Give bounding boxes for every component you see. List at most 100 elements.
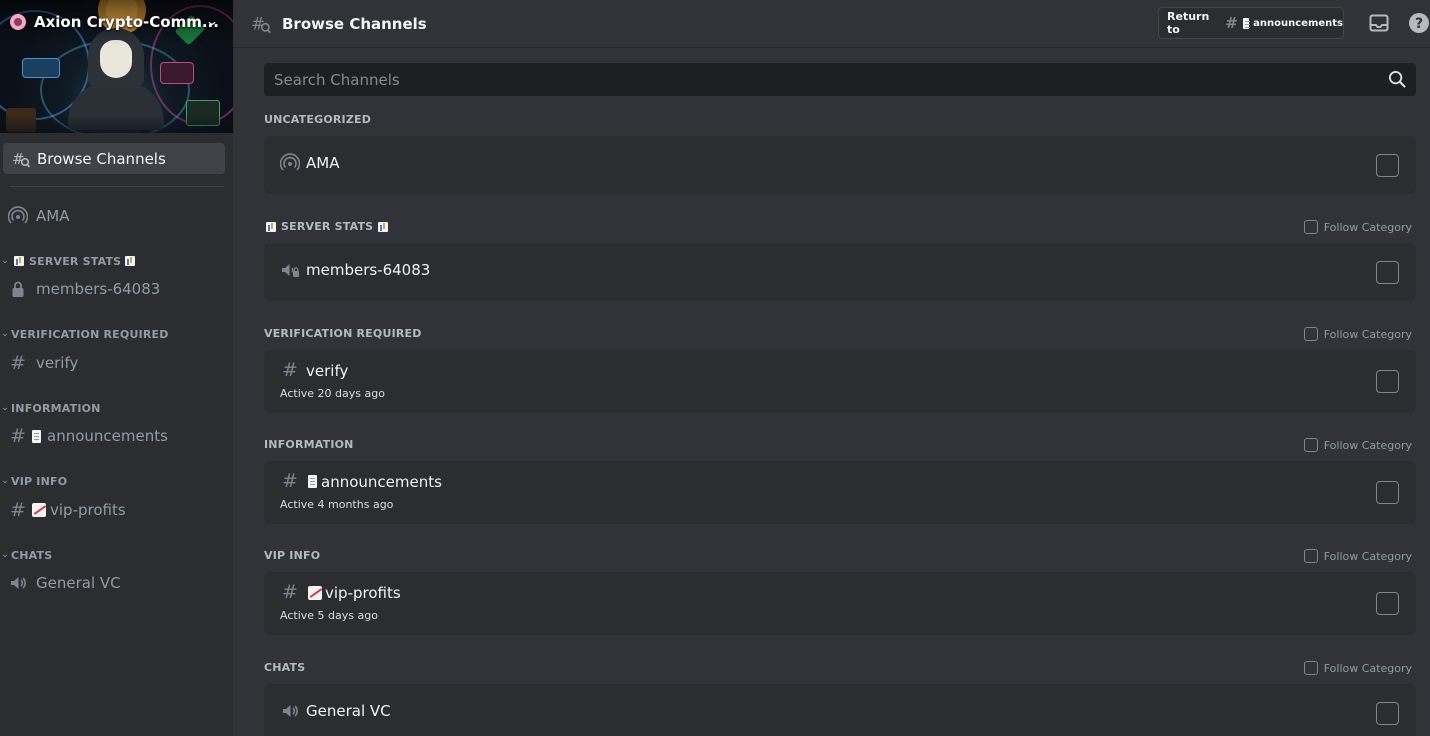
- browse-channels-label: Browse Channels: [37, 149, 166, 168]
- category-title-information: INFORMATION: [264, 438, 354, 451]
- channel-card-ama[interactable]: AMA: [264, 136, 1416, 194]
- browse-channels-icon: #: [11, 149, 31, 169]
- chevron-down-icon: ⌄: [1, 476, 9, 486]
- category-title-chats: CHATS: [264, 661, 306, 674]
- hash-icon: #: [282, 470, 298, 492]
- follow-category-checkbox[interactable]: [1303, 220, 1318, 234]
- follow-category-label: Follow Category: [1323, 220, 1412, 234]
- bar-chart-icon: [125, 256, 136, 266]
- server-name: Axion Crypto-Comm...: [34, 13, 219, 31]
- follow-channel-checkbox[interactable]: [1376, 481, 1399, 504]
- channel-name: General VC: [306, 702, 391, 720]
- sidebar-item-ama[interactable]: AMA: [8, 203, 69, 229]
- channel-name: AMA: [306, 154, 340, 172]
- channel-name: vip-profits: [325, 583, 401, 602]
- follow-category-verification[interactable]: Follow Category: [1303, 327, 1412, 341]
- document-icon: [1242, 17, 1251, 29]
- channel-card-verify[interactable]: # verify Active 20 days ago: [264, 350, 1416, 413]
- category-title-vip-info: VIP INFO: [264, 549, 321, 562]
- inbox-icon[interactable]: [1368, 12, 1390, 34]
- follow-channel-checkbox[interactable]: [1376, 592, 1399, 615]
- hash-icon: #: [282, 359, 298, 381]
- top-bar: # Browse Channels Return to # announceme…: [233, 0, 1430, 48]
- follow-category-label: Follow Category: [1323, 327, 1412, 341]
- channel-name: members-64083: [306, 261, 431, 279]
- bar-chart-icon: [14, 256, 24, 266]
- server-banner: Axion Crypto-Comm... ⌄: [0, 0, 233, 133]
- hash-icon: #: [282, 581, 298, 603]
- sidebar-item-browse-channels[interactable]: # Browse Channels: [3, 143, 225, 174]
- stage-icon: [280, 153, 300, 173]
- channel-activity: Active 4 months ago: [280, 498, 394, 511]
- mask-icon: [100, 40, 132, 78]
- return-label: Return to: [1167, 10, 1210, 36]
- sidebar-item-members[interactable]: members-64083: [8, 276, 160, 302]
- hash-icon: #: [10, 351, 26, 374]
- chevron-down-icon: ⌄: [1, 329, 9, 339]
- follow-channel-checkbox[interactable]: [1376, 154, 1399, 177]
- sidebar-item-label: announcements: [47, 427, 168, 445]
- follow-category-information[interactable]: Follow Category: [1303, 438, 1412, 452]
- sidebar-category-verification[interactable]: ⌄ VERIFICATION REQUIRED: [0, 326, 169, 342]
- search-input[interactable]: [274, 70, 1354, 89]
- follow-channel-checkbox[interactable]: [1376, 261, 1399, 284]
- channel-card-members[interactable]: members-64083: [264, 243, 1416, 301]
- channel-name: verify: [306, 361, 349, 380]
- follow-category-checkbox[interactable]: [1303, 327, 1318, 341]
- category-label: SERVER STATS: [29, 254, 122, 268]
- sidebar-item-verify[interactable]: # verify: [8, 350, 78, 376]
- follow-category-vip-info[interactable]: Follow Category: [1303, 549, 1412, 563]
- follow-category-checkbox[interactable]: [1303, 661, 1318, 675]
- channel-card-vip-profits[interactable]: # vip-profits Active 5 days ago: [264, 572, 1416, 635]
- sidebar-category-server-stats[interactable]: ⌄ SERVER STATS: [0, 253, 139, 269]
- follow-category-label: Follow Category: [1323, 549, 1412, 563]
- category-label: INFORMATION: [11, 401, 101, 415]
- sidebar-item-vip-profits[interactable]: # vip-profits: [8, 497, 126, 523]
- return-to-channel-button[interactable]: Return to # announcements: [1158, 7, 1344, 39]
- return-channel-name: announcements: [1253, 17, 1343, 29]
- follow-category-label: Follow Category: [1323, 661, 1412, 675]
- document-icon: [32, 429, 41, 443]
- bar-chart-icon: [266, 221, 276, 232]
- chart-increasing-icon: [308, 585, 322, 600]
- follow-category-chats[interactable]: Follow Category: [1303, 661, 1412, 675]
- category-label: VIP INFO: [11, 474, 68, 488]
- sidebar-category-chats[interactable]: ⌄ CHATS: [0, 547, 52, 563]
- divider: [10, 186, 224, 187]
- hash-icon: #: [10, 424, 26, 447]
- page-title: Browse Channels: [282, 14, 427, 33]
- category-label: VERIFICATION REQUIRED: [11, 327, 169, 341]
- sidebar-item-label: General VC: [36, 574, 121, 592]
- follow-channel-checkbox[interactable]: [1376, 370, 1399, 393]
- sidebar-item-announcements[interactable]: # announcements: [8, 423, 168, 449]
- search-bar: [264, 63, 1416, 96]
- locked-speaker-icon: [280, 260, 300, 280]
- chevron-down-icon[interactable]: ⌄: [205, 14, 219, 28]
- follow-category-checkbox[interactable]: [1303, 438, 1318, 452]
- chart-increasing-icon: [32, 503, 46, 517]
- chevron-down-icon: ⌄: [1, 256, 9, 266]
- sidebar-item-label: verify: [36, 354, 79, 372]
- follow-category-server-stats[interactable]: Follow Category: [1303, 220, 1412, 234]
- sidebar-category-vip-info[interactable]: ⌄ VIP INFO: [0, 473, 67, 489]
- channel-card-general-vc[interactable]: General VC: [264, 684, 1416, 736]
- sidebar-item-general-vc[interactable]: General VC: [8, 570, 121, 596]
- channel-card-announcements[interactable]: # announcements Active 4 months ago: [264, 461, 1416, 524]
- search-icon[interactable]: [1388, 70, 1407, 93]
- help-icon[interactable]: ?: [1408, 12, 1430, 34]
- speaker-icon: [280, 701, 300, 721]
- server-header[interactable]: Axion Crypto-Comm...: [0, 0, 233, 44]
- chevron-down-icon: ⌄: [1, 403, 9, 413]
- sidebar-item-label: vip-profits: [50, 501, 126, 519]
- follow-channel-checkbox[interactable]: [1376, 702, 1399, 725]
- bar-chart-icon: [378, 221, 389, 232]
- channel-name: announcements: [321, 472, 442, 491]
- sidebar-item-label: members-64083: [36, 280, 161, 298]
- server-logo-icon: [10, 14, 26, 30]
- channel-activity: Active 5 days ago: [280, 609, 378, 622]
- sidebar-category-information[interactable]: ⌄ INFORMATION: [0, 400, 101, 416]
- lock-icon: [8, 279, 28, 299]
- follow-category-checkbox[interactable]: [1303, 549, 1318, 563]
- sidebar-item-label: AMA: [36, 207, 70, 225]
- category-title-verification: VERIFICATION REQUIRED: [264, 327, 422, 340]
